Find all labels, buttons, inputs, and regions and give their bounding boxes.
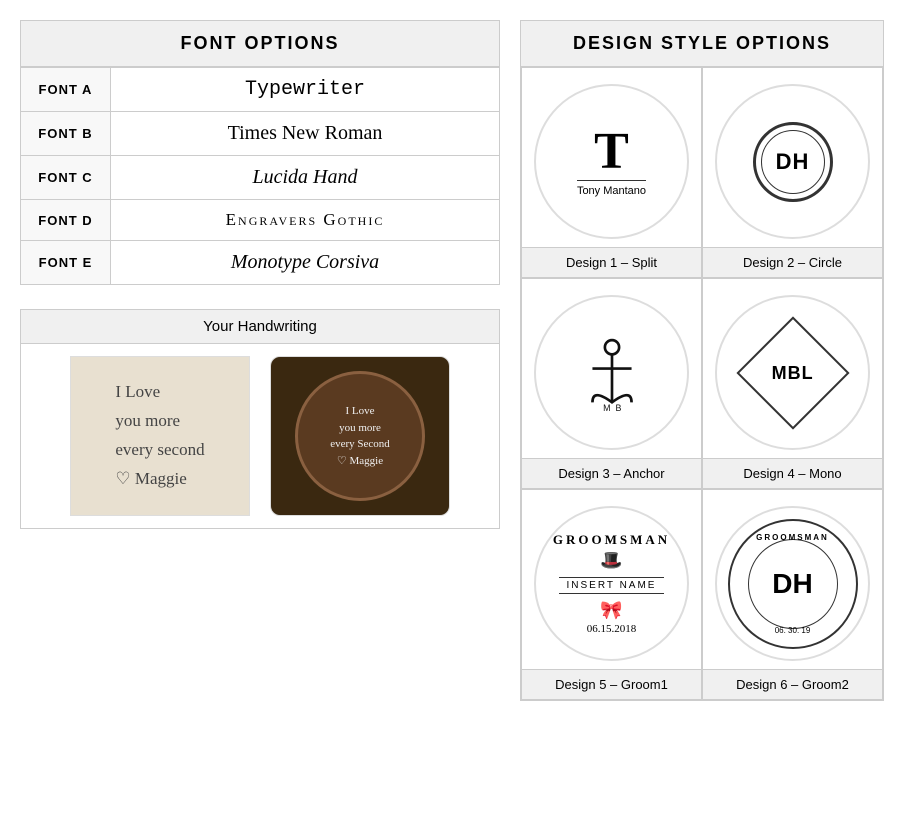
design-5-insert: INSERT NAME [559,577,665,594]
font-d-label: FONT D [21,200,111,241]
design-style-title: DESIGN STYLE OPTIONS [520,20,884,67]
design-6-groomsman: GROOMSMAN [756,533,829,542]
design-6-cell: GROOMSMAN DH 06. 30. 19 Design 6 – Groom… [702,489,883,700]
table-row: FONT D Engravers Gothic [21,200,500,241]
handwriting-title: Your Handwriting [21,310,499,344]
font-e-name: Monotype Corsiva [111,241,500,285]
font-b-label: FONT B [21,112,111,156]
design-5-groomsman: GROOMSMAN [553,532,670,548]
bow-icon: 🎀 [600,600,622,621]
font-e-label: FONT E [21,241,111,285]
table-row: FONT A Typewriter [21,68,500,112]
font-a-name: Typewriter [111,68,500,112]
design-6-label: Design 6 – Groom2 [703,669,882,699]
svg-text:M: M [603,403,610,413]
design-1-cell: T Tony Mantano Design 1 – Split [521,67,702,278]
design-3-cell: M B Design 3 – Anchor [521,278,702,489]
design-5-cell: GROOMSMAN 🎩 INSERT NAME 🎀 06.15.2018 Des… [521,489,702,700]
font-table: FONT A Typewriter FONT B Times New Roman… [20,67,500,285]
right-panel: DESIGN STYLE OPTIONS T Tony Mantano Desi… [520,20,884,796]
table-row: FONT E Monotype Corsiva [21,241,500,285]
table-row: FONT B Times New Roman [21,112,500,156]
handwriting-watch-image: I Loveyou moreevery Second♡ Maggie [270,356,450,516]
design-6-initials: DH [772,568,812,600]
design-4-label: Design 4 – Mono [703,458,882,488]
font-c-name: Lucida Hand [111,156,500,200]
design-2-label: Design 2 – Circle [703,247,882,277]
design-2-cell: DH Design 2 – Circle [702,67,883,278]
font-c-label: FONT C [21,156,111,200]
design-4-cell: MBL Design 4 – Mono [702,278,883,489]
font-d-name: Engravers Gothic [111,200,500,241]
bow-tie-icon: 🎩 [600,550,622,571]
design-5-date: 06.15.2018 [587,623,637,635]
design-6-date: 06. 30. 19 [775,626,811,635]
watch-face: I Loveyou moreevery Second♡ Maggie [295,371,425,501]
design-1-label: Design 1 – Split [522,247,701,277]
table-row: FONT C Lucida Hand [21,156,500,200]
design-5-preview: GROOMSMAN 🎩 INSERT NAME 🎀 06.15.2018 [534,506,689,661]
design-1-name: Tony Mantano [577,180,646,197]
left-panel: FONT OPTIONS FONT A Typewriter FONT B Ti… [20,20,500,796]
design-4-diamond: MBL [736,316,849,429]
design-3-label: Design 3 – Anchor [522,458,701,488]
design-3-preview: M B [534,295,689,450]
design-6-preview: GROOMSMAN DH 06. 30. 19 [715,506,870,661]
handwriting-images: I Loveyou moreevery second♡ Maggie I Lov… [21,344,499,528]
design-1-letter: T [594,126,629,178]
design-4-preview: MBL [715,295,870,450]
font-b-name: Times New Roman [111,112,500,156]
font-options-title: FONT OPTIONS [20,20,500,67]
design-1-preview: T Tony Mantano [534,84,689,239]
handwriting-note-image: I Loveyou moreevery second♡ Maggie [70,356,250,516]
font-a-label: FONT A [21,68,111,112]
design-grid: T Tony Mantano Design 1 – Split DH Desig… [520,67,884,701]
design-5-label: Design 5 – Groom1 [522,669,701,699]
svg-text:B: B [615,403,621,413]
handwriting-section: Your Handwriting I Loveyou moreevery sec… [20,309,500,529]
design-2-content: DH [753,122,833,202]
design-2-initials: DH [761,130,825,194]
anchor-icon: M B [572,333,652,413]
design-4-initials: MBL [772,362,814,383]
design-2-text: DH [776,149,810,175]
design-5-content: GROOMSMAN 🎩 INSERT NAME 🎀 06.15.2018 [545,524,678,643]
design-6-inner-circle: DH [748,539,838,629]
watch-engraving: I Loveyou moreevery Second♡ Maggie [330,403,390,469]
design-1-content: T Tony Mantano [577,126,646,197]
design-2-preview: DH [715,84,870,239]
design-6-outer-circle: GROOMSMAN DH 06. 30. 19 [728,519,858,649]
